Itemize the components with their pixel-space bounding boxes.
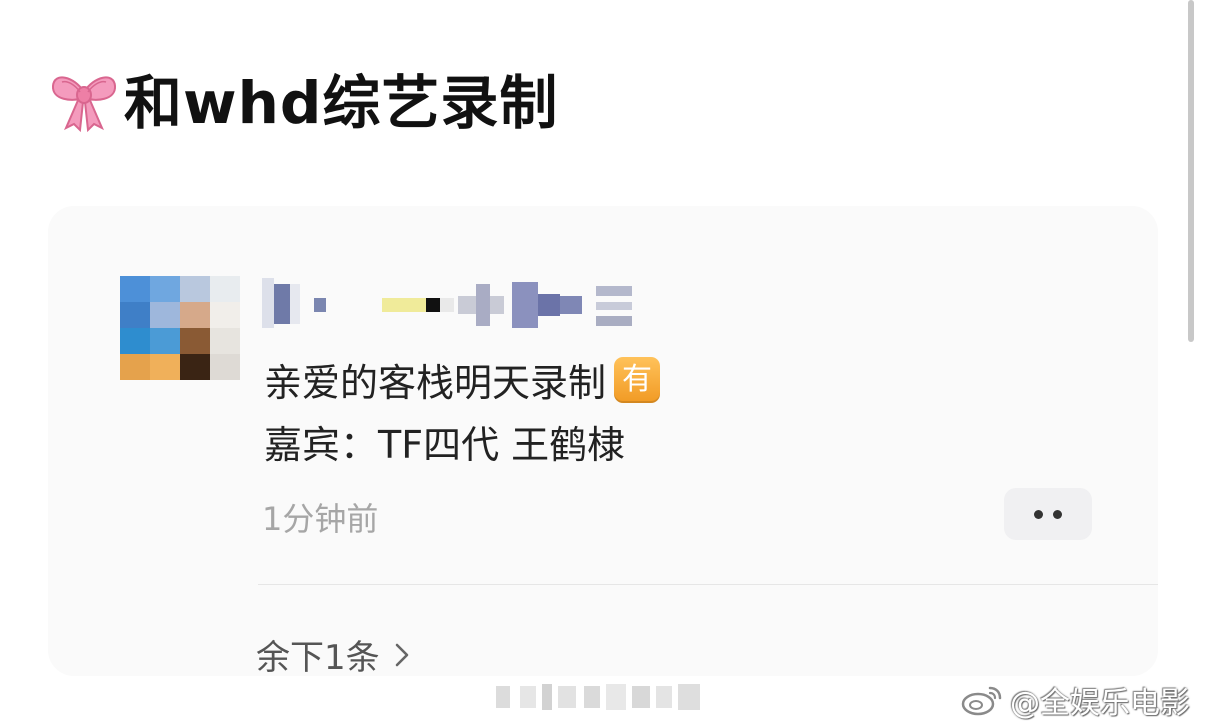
blurred-avatar-image [120, 276, 240, 380]
watermark: @全娱乐电影 [960, 680, 1190, 721]
remaining-label: 余下1条 [256, 638, 380, 678]
scrollbar[interactable] [1188, 0, 1194, 342]
you-badge: 有 [614, 356, 661, 403]
message-time: 1分钟前 [262, 500, 379, 538]
message-text: 亲爱的客栈明天录制 [264, 361, 607, 405]
more-dots-icon [1034, 509, 1043, 519]
message-line-1: 亲爱的客栈明天录制 有 [264, 352, 661, 407]
message-card: 亲爱的客栈明天录制 有 嘉宾：TF四代 王鹤棣 1分钟前 余下1条 [48, 206, 1158, 679]
blurred-text-strip [496, 684, 700, 710]
view-remaining-link[interactable]: 余下1条 [256, 630, 410, 679]
weibo-logo-icon [961, 686, 1002, 716]
blurred-username [262, 278, 632, 328]
more-dots-icon [1053, 509, 1062, 519]
bow-ribbon-icon [51, 76, 117, 133]
more-button[interactable] [1004, 488, 1092, 540]
headline-title: 和whd综艺录制 [124, 69, 559, 137]
watermark-text: @全娱乐电影 [1010, 686, 1190, 721]
divider [258, 584, 1158, 585]
chevron-right-icon [395, 643, 408, 666]
post-headline: 和whd综艺录制 [48, 62, 558, 137]
avatar[interactable] [120, 276, 240, 380]
message-line-2: 嘉宾：TF四代 王鹤棣 [264, 423, 626, 467]
